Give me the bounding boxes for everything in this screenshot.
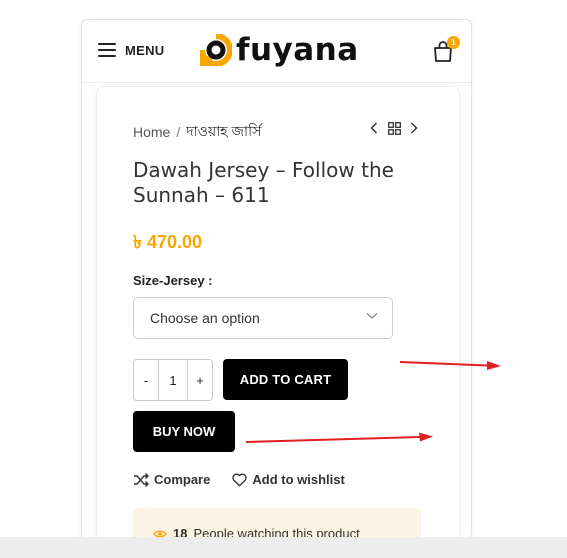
chevron-right-icon[interactable] <box>407 120 421 136</box>
menu-label: MENU <box>125 42 165 58</box>
product-actions: Compare Add to wishlist <box>133 472 367 487</box>
quantity-stepper: - 1 + <box>133 359 213 401</box>
breadcrumb-category-link[interactable]: দাওয়াহ জার্সি <box>186 120 261 144</box>
watching-notice: 18 People watching this product <box>133 508 421 538</box>
product-price: ৳ 470.00 <box>133 232 203 252</box>
wishlist-label: Add to wishlist <box>252 472 345 487</box>
size-select[interactable]: Choose an option <box>133 297 393 339</box>
quantity-input[interactable]: 1 <box>158 360 188 400</box>
add-to-cart-button[interactable]: ADD TO CART <box>223 359 348 400</box>
size-label: Size-Jersey : <box>133 273 213 288</box>
chevron-down-icon <box>366 313 378 319</box>
wishlist-button[interactable]: Add to wishlist <box>232 472 345 487</box>
buy-now-button[interactable]: BUY NOW <box>133 411 235 452</box>
annotation-arrow-lower <box>245 432 433 443</box>
product-navigation <box>367 120 427 136</box>
site-header: MENU fuyana 1 <box>82 20 471 83</box>
cart-count-badge: 1 <box>447 36 460 49</box>
compare-label: Compare <box>154 472 211 487</box>
site-logo[interactable]: fuyana <box>199 32 359 68</box>
heart-icon <box>232 473 248 486</box>
product-title: Dawah Jersey – Follow the Sunnah – 611 <box>133 158 394 207</box>
breadcrumb: Home / দাওয়াহ জার্সি <box>133 120 261 144</box>
annotation-arrow-upper <box>399 361 501 370</box>
hamburger-icon <box>98 43 116 57</box>
compare-icon <box>134 472 149 487</box>
chevron-left-icon[interactable] <box>367 120 381 136</box>
breadcrumb-home-link[interactable]: Home <box>133 124 170 140</box>
product-summary: Home / দাওয়াহ জার্সি Dawah Jersey – Fol… <box>96 86 460 538</box>
size-select-value: Choose an option <box>150 310 260 326</box>
grid-icon[interactable] <box>387 120 401 136</box>
logo-mark-icon <box>199 33 233 67</box>
breadcrumb-separator: / <box>176 124 181 140</box>
logo-text: fuyana <box>236 32 359 68</box>
quantity-minus-button[interactable]: - <box>134 360 158 400</box>
mobile-viewport: MENU fuyana 1 Home / দাওয়াহ জার্সি Dawa… <box>81 19 472 539</box>
quantity-plus-button[interactable]: + <box>188 360 212 400</box>
compare-button[interactable]: Compare <box>133 472 210 487</box>
menu-button[interactable]: MENU <box>98 40 164 60</box>
bottom-bar <box>0 537 567 558</box>
